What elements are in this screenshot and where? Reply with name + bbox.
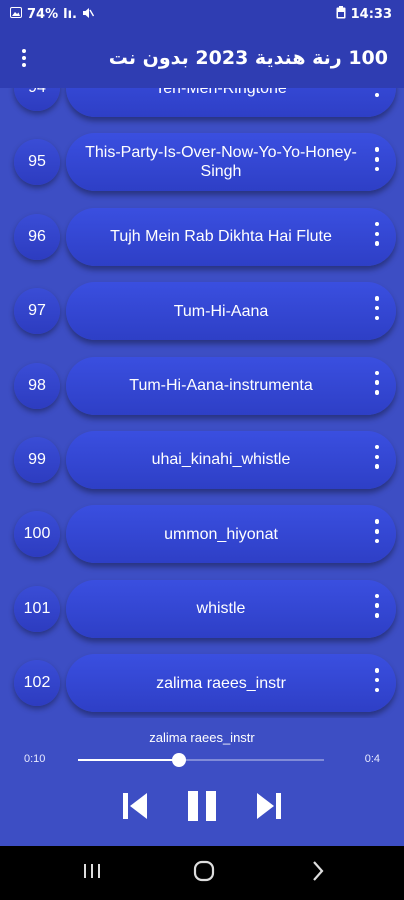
- item-options-icon[interactable]: [370, 444, 384, 469]
- ringtone-list-inner: 94 Teri-Meri-Ringtone 95 This-Party-Is-O…: [0, 88, 404, 718]
- item-number: 100: [14, 511, 60, 558]
- item-number: 97: [14, 288, 60, 335]
- item-pill[interactable]: whistle: [66, 579, 396, 638]
- item-pill[interactable]: Tum-Hi-Aana: [66, 282, 396, 341]
- item-pill[interactable]: uhai_kinahi_whistle: [66, 430, 396, 489]
- item-options-icon[interactable]: [370, 221, 384, 246]
- item-title: ummon_hiyonat: [164, 525, 278, 543]
- kebab-menu-icon[interactable]: [14, 44, 34, 72]
- home-icon: [193, 860, 215, 886]
- mute-icon: [82, 7, 95, 22]
- player-panel: zalima raees_instr 0:10 0:4: [0, 718, 404, 846]
- seek-bar-progress: [78, 759, 179, 761]
- list-item[interactable]: 94 Teri-Meri-Ringtone: [0, 88, 404, 129]
- skip-previous-icon: [120, 790, 150, 826]
- item-number: 98: [14, 362, 60, 409]
- status-left: 74% lı.: [10, 6, 95, 22]
- home-button[interactable]: [184, 858, 224, 888]
- list-item[interactable]: 101 whistle: [0, 576, 404, 650]
- item-options-icon[interactable]: [370, 519, 384, 544]
- back-chevron-icon: [311, 860, 325, 886]
- battery-text: 74%: [27, 6, 59, 22]
- list-item[interactable]: 100 ummon_hiyonat: [0, 501, 404, 575]
- system-nav-bar: [0, 846, 404, 900]
- item-options-icon[interactable]: [370, 296, 384, 321]
- clock: 14:33: [350, 6, 392, 22]
- back-button[interactable]: [298, 858, 338, 888]
- now-playing-title: zalima raees_instr: [149, 730, 255, 745]
- gallery-icon: [10, 7, 22, 21]
- item-title: Teri-Meri-Ringtone: [155, 88, 287, 97]
- item-number: 102: [14, 660, 60, 707]
- item-number: 99: [14, 436, 60, 483]
- item-pill[interactable]: This-Party-Is-Over-Now-Yo-Yo-Honey-Singh: [66, 133, 396, 192]
- list-item[interactable]: 102 zalima raees_instr: [0, 650, 404, 718]
- playback-controls: [0, 788, 404, 828]
- list-item[interactable]: 95 This-Party-Is-Over-Now-Yo-Yo-Honey-Si…: [0, 129, 404, 203]
- current-time: 0:10: [24, 753, 46, 765]
- list-item[interactable]: 98 Tum-Hi-Aana-instrumenta: [0, 353, 404, 427]
- item-pill[interactable]: Tum-Hi-Aana-instrumenta: [66, 356, 396, 415]
- seek-bar[interactable]: [78, 753, 324, 767]
- item-number: 94: [14, 88, 60, 111]
- battery-icon: [336, 6, 346, 22]
- duration: 0:4: [364, 753, 380, 765]
- signal-text: lı.: [63, 6, 77, 22]
- seek-bar-thumb[interactable]: [171, 753, 186, 767]
- list-item[interactable]: 99 uhai_kinahi_whistle: [0, 427, 404, 501]
- item-title: This-Party-Is-Over-Now-Yo-Yo-Honey-Singh: [85, 144, 357, 181]
- recent-apps-icon: [82, 862, 102, 884]
- app-bar: 100 رنة هندية 2023 بدون نت: [0, 28, 404, 88]
- item-title: Tujh Mein Rab Dikhta Hai Flute: [110, 228, 332, 246]
- item-pill[interactable]: zalima raees_instr: [66, 654, 396, 713]
- item-options-icon[interactable]: [370, 147, 384, 172]
- item-options-icon[interactable]: [370, 593, 384, 618]
- item-title: whistle: [196, 600, 246, 618]
- ringtone-list[interactable]: 94 Teri-Meri-Ringtone 95 This-Party-Is-O…: [0, 88, 404, 718]
- app-title: 100 رنة هندية 2023 بدون نت: [108, 47, 388, 69]
- item-options-icon[interactable]: [370, 88, 384, 97]
- previous-button[interactable]: [118, 788, 152, 828]
- item-number: 96: [14, 213, 60, 260]
- item-number: 95: [14, 139, 60, 186]
- item-title: zalima raees_instr: [156, 674, 286, 692]
- status-right: 14:33: [336, 6, 392, 22]
- item-title: uhai_kinahi_whistle: [151, 451, 291, 469]
- next-button[interactable]: [252, 788, 286, 828]
- item-title: Tum-Hi-Aana: [173, 302, 269, 320]
- pause-button[interactable]: [184, 788, 220, 828]
- skip-next-icon: [254, 790, 284, 826]
- item-options-icon[interactable]: [370, 668, 384, 693]
- item-number: 101: [14, 585, 60, 632]
- pause-icon: [185, 789, 219, 827]
- recent-apps-button[interactable]: [72, 858, 112, 888]
- status-bar: 74% lı. 14:33: [0, 0, 404, 28]
- item-options-icon[interactable]: [370, 370, 384, 395]
- item-pill[interactable]: Tujh Mein Rab Dikhta Hai Flute: [66, 207, 396, 266]
- item-title: Tum-Hi-Aana-instrumenta: [129, 377, 313, 395]
- item-pill[interactable]: Teri-Meri-Ringtone: [66, 88, 396, 117]
- list-item[interactable]: 96 Tujh Mein Rab Dikhta Hai Flute: [0, 204, 404, 278]
- item-pill[interactable]: ummon_hiyonat: [66, 505, 396, 564]
- list-item[interactable]: 97 Tum-Hi-Aana: [0, 278, 404, 352]
